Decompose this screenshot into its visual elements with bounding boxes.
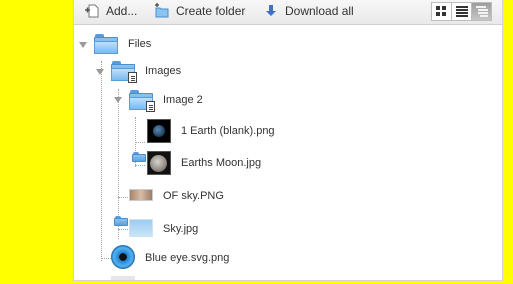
blue-eye-thumbnail — [111, 245, 135, 269]
add-button-label: Add... — [106, 4, 138, 18]
tree-item-image-2[interactable]: Image 2 — [74, 87, 502, 115]
list-view-button[interactable] — [451, 2, 472, 21]
file-manager-panel: Add... Create folder Download all Files … — [73, 0, 503, 281]
new-folder-icon — [154, 3, 170, 19]
sky-thumbnail — [129, 189, 153, 201]
tree-item-earth[interactable]: 1 Earth (blank).png — [74, 119, 502, 147]
folder-icon — [94, 34, 118, 54]
folder-with-doc-icon — [111, 61, 137, 83]
expand-toggle-icon[interactable] — [114, 97, 122, 103]
tree-item-blue-eye[interactable]: Blue eye.svg.png — [74, 244, 502, 272]
sky-folder-thumbnail — [129, 219, 153, 237]
folder-with-doc-icon — [129, 90, 155, 112]
tree-item-images[interactable]: Images — [74, 57, 502, 85]
tree-item-label: Earths Moon.jpg — [181, 157, 262, 169]
file-tree: Files Images Image 2 1 Earth (blank).png… — [74, 25, 502, 280]
download-all-label: Download all — [285, 4, 354, 18]
folder-icon — [132, 152, 146, 162]
download-all-button[interactable]: Download all — [263, 3, 354, 19]
tree-item-sky[interactable]: Sky.jpg — [74, 215, 502, 243]
grid-view-icon — [436, 6, 446, 16]
toolbar: Add... Create folder Download all — [74, 0, 502, 25]
tree-item-label: 1 Earth (blank).png — [181, 125, 275, 137]
tree-item-label: Sky.jpg — [163, 223, 199, 235]
tree-view-button[interactable] — [471, 2, 492, 21]
tree-item-label: Files — [128, 38, 152, 50]
tree-item-moon[interactable]: Earths Moon.jpg — [74, 151, 502, 179]
add-file-icon — [84, 3, 100, 19]
expand-toggle-icon[interactable] — [79, 42, 87, 48]
list-view-icon — [455, 6, 468, 17]
create-folder-label: Create folder — [176, 4, 246, 18]
tree-item-files[interactable]: Files — [74, 30, 502, 58]
expand-toggle-icon[interactable] — [96, 69, 104, 75]
folder-icon — [114, 216, 128, 226]
moon-thumbnail — [147, 151, 171, 175]
create-folder-button[interactable]: Create folder — [154, 3, 245, 19]
view-switcher — [431, 2, 492, 22]
earth-thumbnail — [147, 119, 171, 143]
tree-view-icon — [475, 6, 488, 17]
tree-item-label: OF sky.PNG — [163, 190, 224, 202]
tree-item-label: Images — [145, 65, 182, 77]
grid-view-button[interactable] — [431, 2, 452, 21]
tree-item-partial[interactable] — [74, 275, 502, 280]
tree-item-label: Image 2 — [163, 94, 203, 106]
tree-item-label: Blue eye.svg.png — [145, 252, 230, 264]
download-arrow-icon — [263, 3, 279, 19]
add-button[interactable]: Add... — [84, 3, 137, 19]
tree-item-of-sky[interactable]: OF sky.PNG — [74, 183, 502, 211]
file-thumbnail — [111, 276, 135, 280]
